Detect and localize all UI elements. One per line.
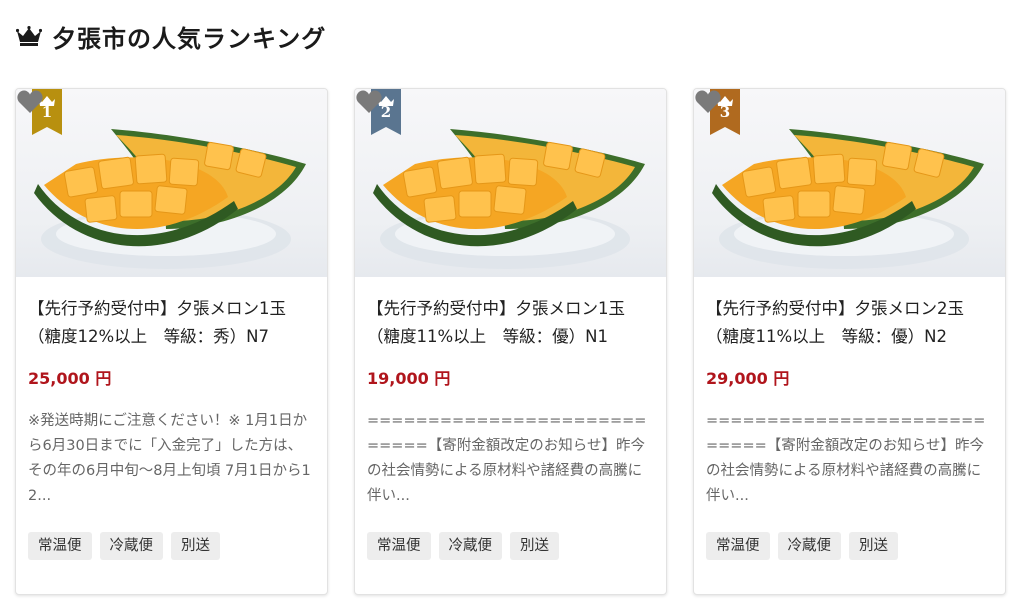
product-card[interactable]: 3 【先行予約受付中】夕張メロン2玉 （糖度11%以上 等級：優）N2 29,0… (693, 88, 1006, 595)
product-card[interactable]: 1 【先行予約受付中】夕張メロン1玉 （糖度12%以上 等級：秀）N7 25,0… (15, 88, 328, 595)
tag-separate: 別送 (849, 532, 898, 560)
tag-separate: 別送 (171, 532, 220, 560)
ranking-header: 夕張市の人気ランキング (16, 20, 327, 53)
product-description: ※発送時期にご注意ください！※ 1月1日から6月30日までに「入金完了」した方は… (28, 413, 311, 504)
shipping-tags: 常温便 冷蔵便 別送 (28, 532, 220, 560)
product-name[interactable]: 【先行予約受付中】夕張メロン2玉 （糖度11%以上 等級：優）N2 (706, 295, 993, 351)
heart-icon[interactable] (355, 89, 383, 115)
product-image[interactable]: 1 (16, 89, 327, 277)
heart-icon[interactable] (16, 89, 44, 115)
shipping-tags: 常温便 冷蔵便 別送 (367, 532, 559, 560)
product-name-line2: （糖度11%以上 等級：優）N2 (706, 327, 948, 346)
product-name-line1: 【先行予約受付中】夕張メロン1玉 (28, 299, 286, 318)
shipping-tags: 常温便 冷蔵便 別送 (706, 532, 898, 560)
page-title: 夕張市の人気ランキング (52, 24, 327, 53)
product-name-line1: 【先行予約受付中】夕張メロン2玉 (706, 299, 964, 318)
heart-icon[interactable] (694, 89, 722, 115)
tag-refrigerated: 冷蔵便 (438, 532, 502, 560)
product-name-line2: （糖度11%以上 等級：優）N1 (367, 327, 609, 346)
product-name-line1: 【先行予約受付中】夕張メロン1玉 (367, 299, 625, 318)
tag-refrigerated: 冷蔵便 (777, 532, 841, 560)
product-image[interactable]: 2 (355, 89, 666, 277)
product-name[interactable]: 【先行予約受付中】夕張メロン1玉 （糖度11%以上 等級：優）N1 (367, 295, 654, 351)
tag-room-temp: 常温便 (367, 532, 431, 560)
ranking-list: 1 【先行予約受付中】夕張メロン1玉 （糖度12%以上 等級：秀）N7 25,0… (15, 88, 1006, 595)
product-name-line2: （糖度12%以上 等級：秀）N7 (28, 327, 270, 346)
tag-room-temp: 常温便 (28, 532, 92, 560)
product-description: ============================【寄附金額改定のお知らせ… (367, 413, 647, 504)
tag-refrigerated: 冷蔵便 (99, 532, 163, 560)
product-card[interactable]: 2 【先行予約受付中】夕張メロン1玉 （糖度11%以上 等級：優）N1 19,0… (354, 88, 667, 595)
tag-room-temp: 常温便 (706, 532, 770, 560)
product-name[interactable]: 【先行予約受付中】夕張メロン1玉 （糖度12%以上 等級：秀）N7 (28, 295, 315, 351)
crown-icon (16, 26, 42, 46)
product-description: ============================【寄附金額改定のお知らせ… (706, 413, 986, 504)
tag-separate: 別送 (510, 532, 559, 560)
product-price: 29,000 円 (706, 369, 790, 388)
product-price: 25,000 円 (28, 369, 112, 388)
product-price: 19,000 円 (367, 369, 451, 388)
product-image[interactable]: 3 (694, 89, 1005, 277)
